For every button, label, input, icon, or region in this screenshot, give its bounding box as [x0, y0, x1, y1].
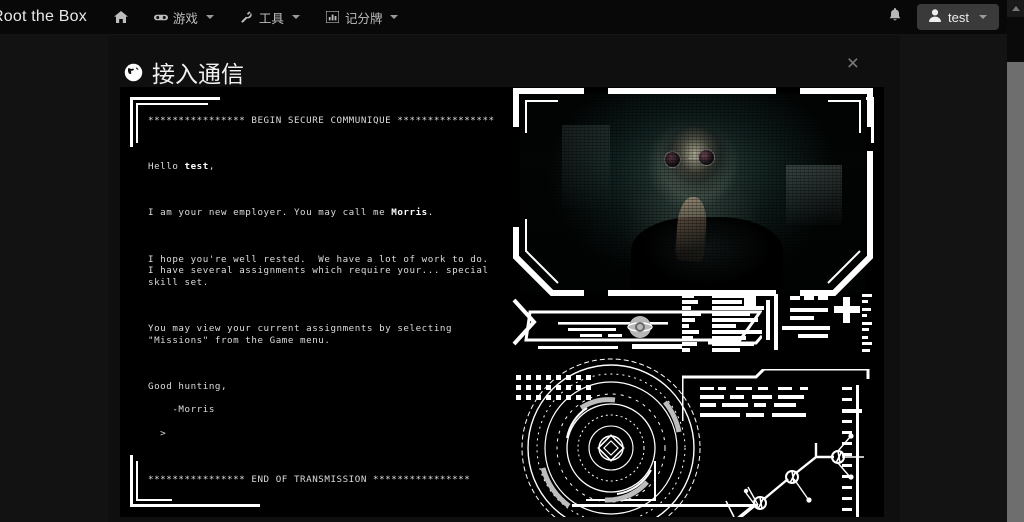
chevron-down-icon [291, 15, 300, 19]
portrait-frame [513, 88, 873, 296]
terminal-paragraph-missions: You may view your current assignments by… [148, 323, 453, 346]
nav-item-scoreboard-label: 记分牌 [344, 11, 383, 26]
hud-vertical-rule [856, 385, 859, 517]
chevron-down-icon [979, 15, 987, 19]
scrollbar-thumb[interactable] [1007, 62, 1024, 522]
chevron-up-icon [1011, 6, 1020, 11]
page-backdrop-left [0, 35, 108, 522]
scrollbar-up-button[interactable] [1007, 0, 1024, 17]
terminal-employer-line: I am your new employer. You may call me … [148, 207, 518, 219]
employer-suffix: . [427, 207, 434, 219]
terminal-paragraph-rested: I hope you're well rested. We have a lot… [148, 253, 489, 288]
hud-bar-cluster [682, 294, 872, 352]
navbar-right: test [877, 2, 1007, 33]
portrait-panel [512, 87, 874, 299]
terminal-greeting: Hello test, [148, 161, 518, 173]
close-button[interactable]: × [842, 51, 864, 76]
nav-menu: 游戏 工具 记分牌 [101, 1, 412, 34]
home-icon [113, 11, 128, 24]
bell-icon [889, 7, 901, 27]
nav-item-home[interactable] [101, 4, 141, 31]
modal-body: **************** BEGIN SECURE COMMUNIQUE… [120, 87, 884, 517]
terminal-output: **************** BEGIN SECURE COMMUNIQUE… [148, 103, 518, 498]
terminal-signoff: Good hunting, [148, 381, 228, 393]
page-title: 接入通信 [124, 55, 244, 89]
top-navbar: Root the Box 游戏 工具 记分牌 test [0, 0, 1007, 35]
chevron-down-icon [205, 15, 214, 19]
greeting-prefix: Hello [148, 160, 185, 172]
terminal-prompt: > [148, 427, 167, 439]
globe-icon [124, 63, 143, 82]
page-scrollbar[interactable] [1007, 0, 1024, 522]
page-backdrop-right [900, 35, 1007, 522]
modal-title-text: 接入通信 [152, 61, 244, 87]
notifications-button[interactable] [877, 2, 913, 33]
nav-item-tools-label: 工具 [258, 11, 284, 26]
nav-item-games-label: 游戏 [172, 11, 198, 26]
user-menu-button[interactable]: test [917, 4, 999, 30]
terminal-begin-banner: **************** BEGIN SECURE COMMUNIQUE… [148, 114, 495, 126]
hud-tick-ruler-right [842, 387, 852, 517]
communique-modal: 接入通信 × **************** BEGIN SECURE COM… [108, 35, 900, 522]
terminal-signature: -Morris [148, 404, 215, 416]
greeting-suffix: , [208, 160, 215, 172]
terminal-end-banner: **************** END OF TRANSMISSION ***… [148, 474, 471, 485]
hud-radar-dial [521, 358, 701, 517]
employer-name: Morris [391, 207, 428, 219]
greeting-username: test [184, 160, 209, 172]
chart-bar-icon [326, 11, 340, 24]
brand-logo[interactable]: Root the Box [0, 8, 101, 26]
hud-node-graph [725, 433, 864, 517]
nav-item-tools[interactable]: 工具 [227, 1, 313, 34]
user-icon [929, 9, 942, 25]
wrench-icon [240, 10, 254, 24]
nav-item-games[interactable]: 游戏 [141, 1, 227, 34]
nav-item-scoreboard[interactable]: 记分牌 [313, 1, 412, 34]
gamepad-icon [153, 11, 168, 24]
chevron-down-icon [390, 15, 399, 19]
employer-prefix: I am your new employer. You may call me [148, 207, 392, 219]
user-menu-label: test [948, 9, 969, 25]
